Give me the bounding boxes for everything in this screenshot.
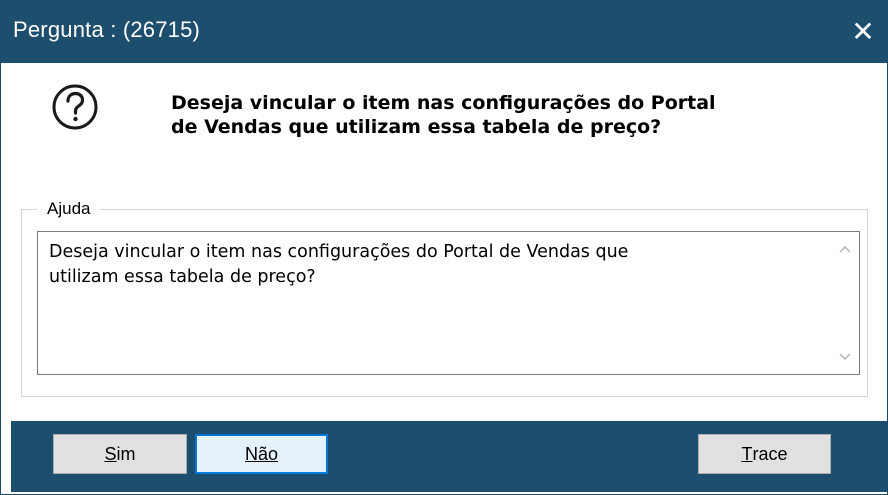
sim-access-key: S [104,443,117,464]
close-button[interactable]: ✕ [839,1,887,63]
question-circle-icon [52,84,98,130]
question-line-2: de Vendas que utilizam essa tabela de pr… [171,116,662,138]
trace-label: race [752,443,788,464]
sim-label: im [116,443,136,464]
help-group-label: Ajuda [37,199,101,219]
nao-label: ão [257,443,279,464]
trace-access-key: T [741,443,753,464]
help-text: Deseja vincular o item nas configurações… [49,240,819,290]
help-textarea[interactable]: Deseja vincular o item nas configurações… [37,231,860,375]
help-line-2: utilizam essa tabela de preço? [49,267,316,287]
window-title: Pergunta : (26715) [13,17,201,42]
question-line-1: Deseja vincular o item nas configurações… [171,92,716,114]
scroll-down-arrow-icon[interactable] [835,348,855,368]
nao-access-key: N [244,443,258,464]
button-bar: Sim Não Trace [11,421,887,492]
close-icon: ✕ [851,15,875,48]
scroll-up-arrow-icon[interactable] [835,240,855,260]
nao-button[interactable]: Não [195,434,328,474]
trace-button[interactable]: Trace [698,434,831,474]
dialog-window: Pergunta : (26715) ✕ Deseja vincular o i… [0,0,888,495]
sim-button[interactable]: Sim [53,434,187,474]
title-bar[interactable]: Pergunta : (26715) ✕ [1,1,887,63]
question-message: Deseja vincular o item nas configurações… [171,91,861,139]
help-line-1: Deseja vincular o item nas configurações… [49,242,629,262]
